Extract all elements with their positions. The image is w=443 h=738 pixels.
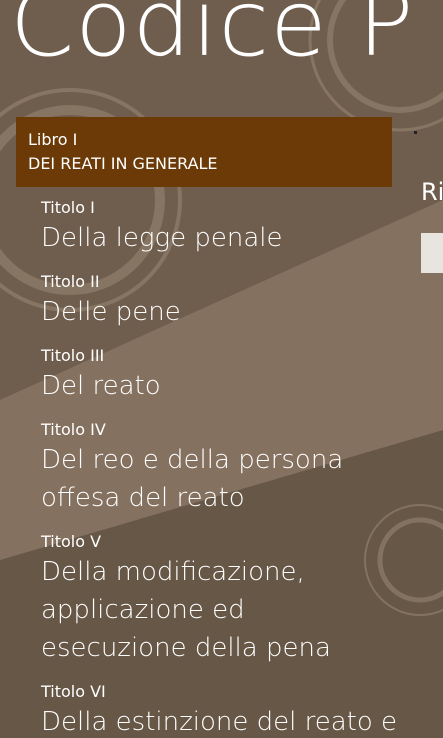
book-name: DEI REATI IN GENERALE [28, 154, 218, 173]
list-item-titolo-6[interactable]: Titolo VI Della estinzione del reato e [41, 681, 441, 738]
title-number: Titolo I [41, 198, 95, 217]
list-item-titolo-4[interactable]: Titolo IV Del reo e della persona offesa… [41, 419, 441, 517]
title-number: Titolo IV [41, 420, 106, 439]
title-number: Titolo II [41, 272, 100, 291]
title-name: Della legge penale [41, 223, 283, 253]
title-name: Della modificazione, applicazione ed ese… [41, 557, 331, 663]
panel-separator-dot [414, 131, 417, 134]
list-item-titolo-5[interactable]: Titolo V Della modificazione, applicazio… [41, 531, 441, 667]
title-number: Titolo V [41, 532, 102, 551]
list-item-titolo-1[interactable]: Titolo I Della legge penale [41, 197, 441, 257]
book-header[interactable]: Libro I DEI REATI IN GENERALE [16, 117, 392, 187]
title-name: Del reo e della persona offesa del reato [41, 445, 344, 513]
title-name: Della estinzione del reato e [41, 707, 398, 737]
title-number: Titolo VI [41, 682, 106, 701]
list-item-titolo-2[interactable]: Titolo II Delle pene [41, 271, 441, 331]
title-name: Delle pene [41, 297, 181, 327]
title-name: Del reato [41, 371, 161, 401]
titles-list: Titolo I Della legge penale Titolo II De… [41, 197, 441, 738]
book-label: Libro I [28, 130, 78, 149]
app-title: Codice P [10, 0, 415, 77]
list-item-titolo-3[interactable]: Titolo III Del reato [41, 345, 441, 405]
title-number: Titolo III [41, 346, 105, 365]
